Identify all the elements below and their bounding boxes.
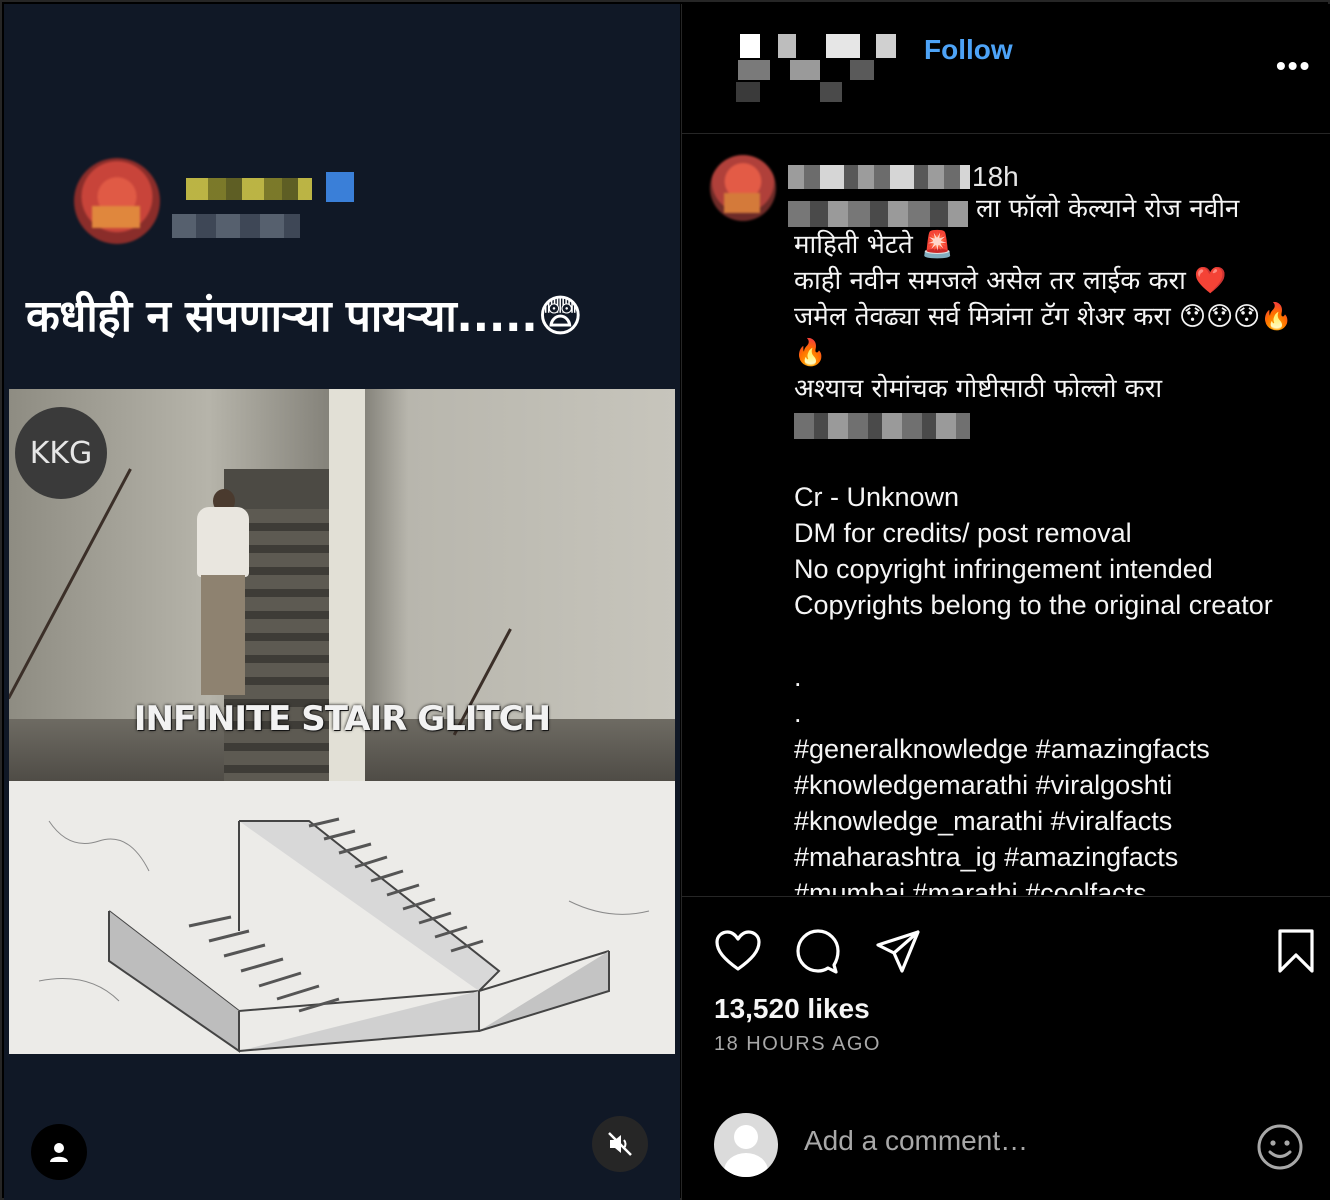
emoji-picker-button[interactable] [1256,1123,1304,1171]
post-sidebar: Follow ••• 18h ला फॉलो केल्याने रोज नवीन… [681,4,1330,1200]
post-header: Follow ••• [682,4,1330,134]
share-button[interactable] [872,925,924,977]
blurred-mention[interactable] [794,412,970,439]
blurred-account-header[interactable] [730,34,900,102]
video-frame-stair-sketch [9,781,675,1054]
speaker-muted-icon [608,1132,632,1156]
credit-line: Cr - Unknown [794,482,960,512]
dot-separator: . [794,698,802,728]
blurred-mention-inline[interactable] [788,201,968,227]
heart-icon [715,930,761,971]
paper-plane-icon [876,930,920,973]
bookmark-icon [1278,929,1314,973]
post-caption[interactable]: 18h ला फॉलो केल्याने रोज नवीन माहिती भेट… [682,135,1330,895]
blurred-author-handle [172,214,300,238]
hashtag-line[interactable]: #mumbai #marathi #coolfacts [794,875,1324,895]
save-button[interactable] [1270,925,1322,977]
smiley-icon [1257,1124,1303,1170]
follow-button[interactable]: Follow [924,34,1013,66]
like-button[interactable] [712,925,764,977]
like-count[interactable]: 13,520 likes [714,993,870,1025]
hashtag-line[interactable]: #maharashtra_ig #amazingfacts [794,839,1324,875]
kkg-logo: KKG [15,407,107,499]
video-caption: कधीही न संपणाऱ्या पायऱ्या.....😨 [26,291,583,342]
author-avatar[interactable] [710,155,776,221]
hashtag-line[interactable]: #knowledgemarathi #viralgoshti [794,767,1324,803]
comment-input[interactable] [804,1121,1224,1161]
video-author-avatar [74,158,160,244]
caption-line: काही नवीन समजले असेल तर लाईक करा ❤️ [794,266,1227,296]
caption-line: जमेल तेवढ्या सर्व मित्रांना टॅग शेअर करा… [794,302,1293,332]
caption-line: 🔥 [794,338,827,368]
caption-line: माहिती भेटते 🚨 [794,230,954,260]
blurred-verified-badge [326,172,354,202]
video-overlay-text: INFINITE STAIR GLITCH [133,699,551,739]
credit-line: No copyright infringement intended [794,554,1213,584]
caption-line: अश्याच रोमांचक गोष्टीसाठी फोल्लो करा [794,374,1163,404]
hashtag-line[interactable]: #knowledge_marathi #viralfacts [794,803,1324,839]
dot-separator: . [794,662,802,692]
post-actions: 13,520 likes 18 HOURS AGO [682,896,1330,1200]
current-user-avatar [714,1113,778,1177]
more-options-button[interactable]: ••• [1276,52,1311,80]
video-frame-stairs: KKG INFINITE STAIR GLITCH [9,389,675,781]
add-comment-bar [682,1077,1330,1200]
tagged-users-button[interactable] [31,1124,87,1180]
post-age[interactable]: 18 HOURS AGO [714,1033,881,1056]
person-climbing [191,489,249,709]
media-pane[interactable]: कधीही न संपणाऱ्या पायऱ्या.....😨 KKG INFI… [4,4,680,1200]
credit-line: DM for credits/ post removal [794,518,1132,548]
post-timestamp[interactable]: 18h [972,161,1019,193]
blurred-author-username[interactable] [788,165,970,189]
hashtag-line[interactable]: #generalknowledge #amazingfacts [794,731,1324,767]
comment-button[interactable] [792,925,844,977]
mute-toggle-button[interactable] [592,1116,648,1172]
caption-body: ला फॉलो केल्याने रोज नवीन माहिती भेटते 🚨… [794,191,1324,895]
credit-line: Copyrights belong to the original creato… [794,590,1273,620]
handrail [9,468,132,700]
penrose-stair-sketch [38,817,650,1053]
post-dialog: कधीही न संपणाऱ्या पायऱ्या.....😨 KKG INFI… [0,0,1330,1200]
video-author-overlay [74,156,374,246]
person-icon [50,1143,68,1162]
blurred-author-name [186,178,312,200]
comment-bubble-icon [796,929,840,974]
